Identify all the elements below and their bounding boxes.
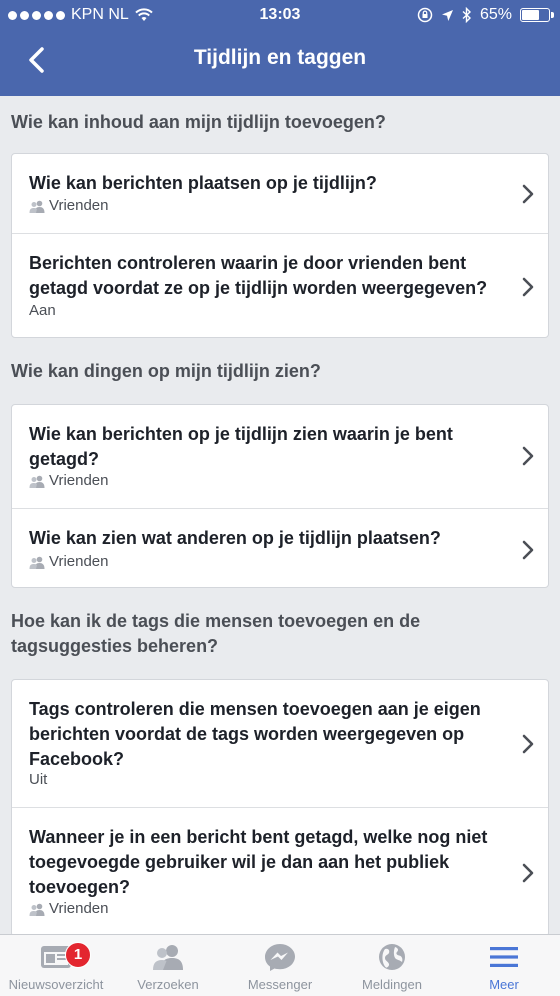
tab-label: Meer xyxy=(489,977,519,992)
tab-label: Messenger xyxy=(247,977,313,992)
bluetooth-icon xyxy=(462,7,471,23)
chevron-right-icon xyxy=(522,540,534,560)
setting-title: Wie kan zien wat anderen op je tijdlijn … xyxy=(29,528,441,548)
settings-card: Wie kan berichten op je tijdlijn zien wa… xyxy=(11,404,549,588)
messenger-icon xyxy=(265,944,295,971)
friends-icon xyxy=(29,556,45,569)
setting-title: Tags controleren die mensen toevoegen aa… xyxy=(29,699,481,769)
setting-row-review-tags[interactable]: Tags controleren die mensen toevoegen aa… xyxy=(12,680,548,807)
friend-requests-icon xyxy=(153,945,183,970)
battery-percentage: 65% xyxy=(479,6,512,23)
status-right: 65% xyxy=(417,0,554,30)
globe-icon xyxy=(379,944,405,970)
notification-badge: 1 xyxy=(65,942,91,968)
chevron-right-icon xyxy=(522,734,534,754)
setting-value: Vrienden xyxy=(29,552,109,572)
setting-row-who-can-see-others-posts[interactable]: Wie kan zien wat anderen op je tijdlijn … xyxy=(12,508,548,587)
chevron-right-icon xyxy=(522,446,534,466)
friends-icon xyxy=(29,200,45,213)
setting-row-who-can-post[interactable]: Wie kan berichten plaatsen op je tijdlij… xyxy=(12,154,548,233)
menu-icon xyxy=(490,947,518,967)
tab-friend-requests[interactable]: Verzoeken xyxy=(112,935,224,996)
settings-content[interactable]: Wie kan inhoud aan mijn tijdlijn toevoeg… xyxy=(0,96,560,937)
tab-bar: 1 Nieuwsoverzicht Verzoeken Messenger Me… xyxy=(0,934,560,996)
setting-title: Wie kan berichten plaatsen op je tijdlij… xyxy=(29,173,377,193)
friends-icon xyxy=(29,475,45,488)
section-header: Wie kan dingen op mijn tijdlijn zien? xyxy=(11,361,321,381)
chevron-right-icon xyxy=(522,184,534,204)
page-title: Tijdlijn en taggen xyxy=(193,46,367,69)
setting-value: Vrienden xyxy=(29,471,109,491)
setting-value: Uit xyxy=(29,771,48,788)
status-bar: KPN NL 13:03 65% xyxy=(0,0,560,30)
setting-value: Vrienden xyxy=(29,196,109,216)
rotation-lock-icon xyxy=(417,7,433,23)
tab-messenger[interactable]: Messenger xyxy=(224,935,336,996)
navigation-bar: Tijdlijn en taggen xyxy=(0,30,560,96)
section-header: Hoe kan ik de tags die mensen toevoegen … xyxy=(11,611,421,656)
battery-level xyxy=(522,10,539,20)
setting-title: Wanneer je in een bericht bent getagd, w… xyxy=(29,827,488,897)
tab-news-feed[interactable]: 1 Nieuwsoverzicht xyxy=(0,935,112,996)
top-bar: KPN NL 13:03 65% Tijdlijn en taggen xyxy=(0,0,560,96)
tab-label: Verzoeken xyxy=(137,977,199,992)
setting-value: Vrienden xyxy=(29,899,109,919)
setting-row-tagged-audience[interactable]: Wanneer je in een bericht bent getagd, w… xyxy=(12,807,548,936)
tab-notifications[interactable]: Meldingen xyxy=(336,935,448,996)
chevron-right-icon xyxy=(522,863,534,883)
setting-value: Aan xyxy=(29,302,56,319)
tab-label: Nieuwsoverzicht xyxy=(8,977,104,992)
setting-title: Berichten controleren waarin je door vri… xyxy=(29,253,488,298)
friends-icon xyxy=(29,903,45,916)
section-header: Wie kan inhoud aan mijn tijdlijn toevoeg… xyxy=(11,112,386,132)
chevron-right-icon xyxy=(522,277,534,297)
setting-title: Wie kan berichten op je tijdlijn zien wa… xyxy=(29,424,453,469)
tab-label: Meldingen xyxy=(362,977,422,992)
settings-card: Tags controleren die mensen toevoegen aa… xyxy=(11,679,549,937)
battery-icon xyxy=(520,8,554,22)
tab-more[interactable]: Meer xyxy=(448,935,560,996)
setting-row-review-tagged-posts[interactable]: Berichten controleren waarin je door vri… xyxy=(12,233,548,337)
setting-row-who-can-see-tagged[interactable]: Wie kan berichten op je tijdlijn zien wa… xyxy=(12,405,548,508)
settings-card: Wie kan berichten plaatsen op je tijdlij… xyxy=(11,153,549,338)
location-icon xyxy=(441,9,453,21)
